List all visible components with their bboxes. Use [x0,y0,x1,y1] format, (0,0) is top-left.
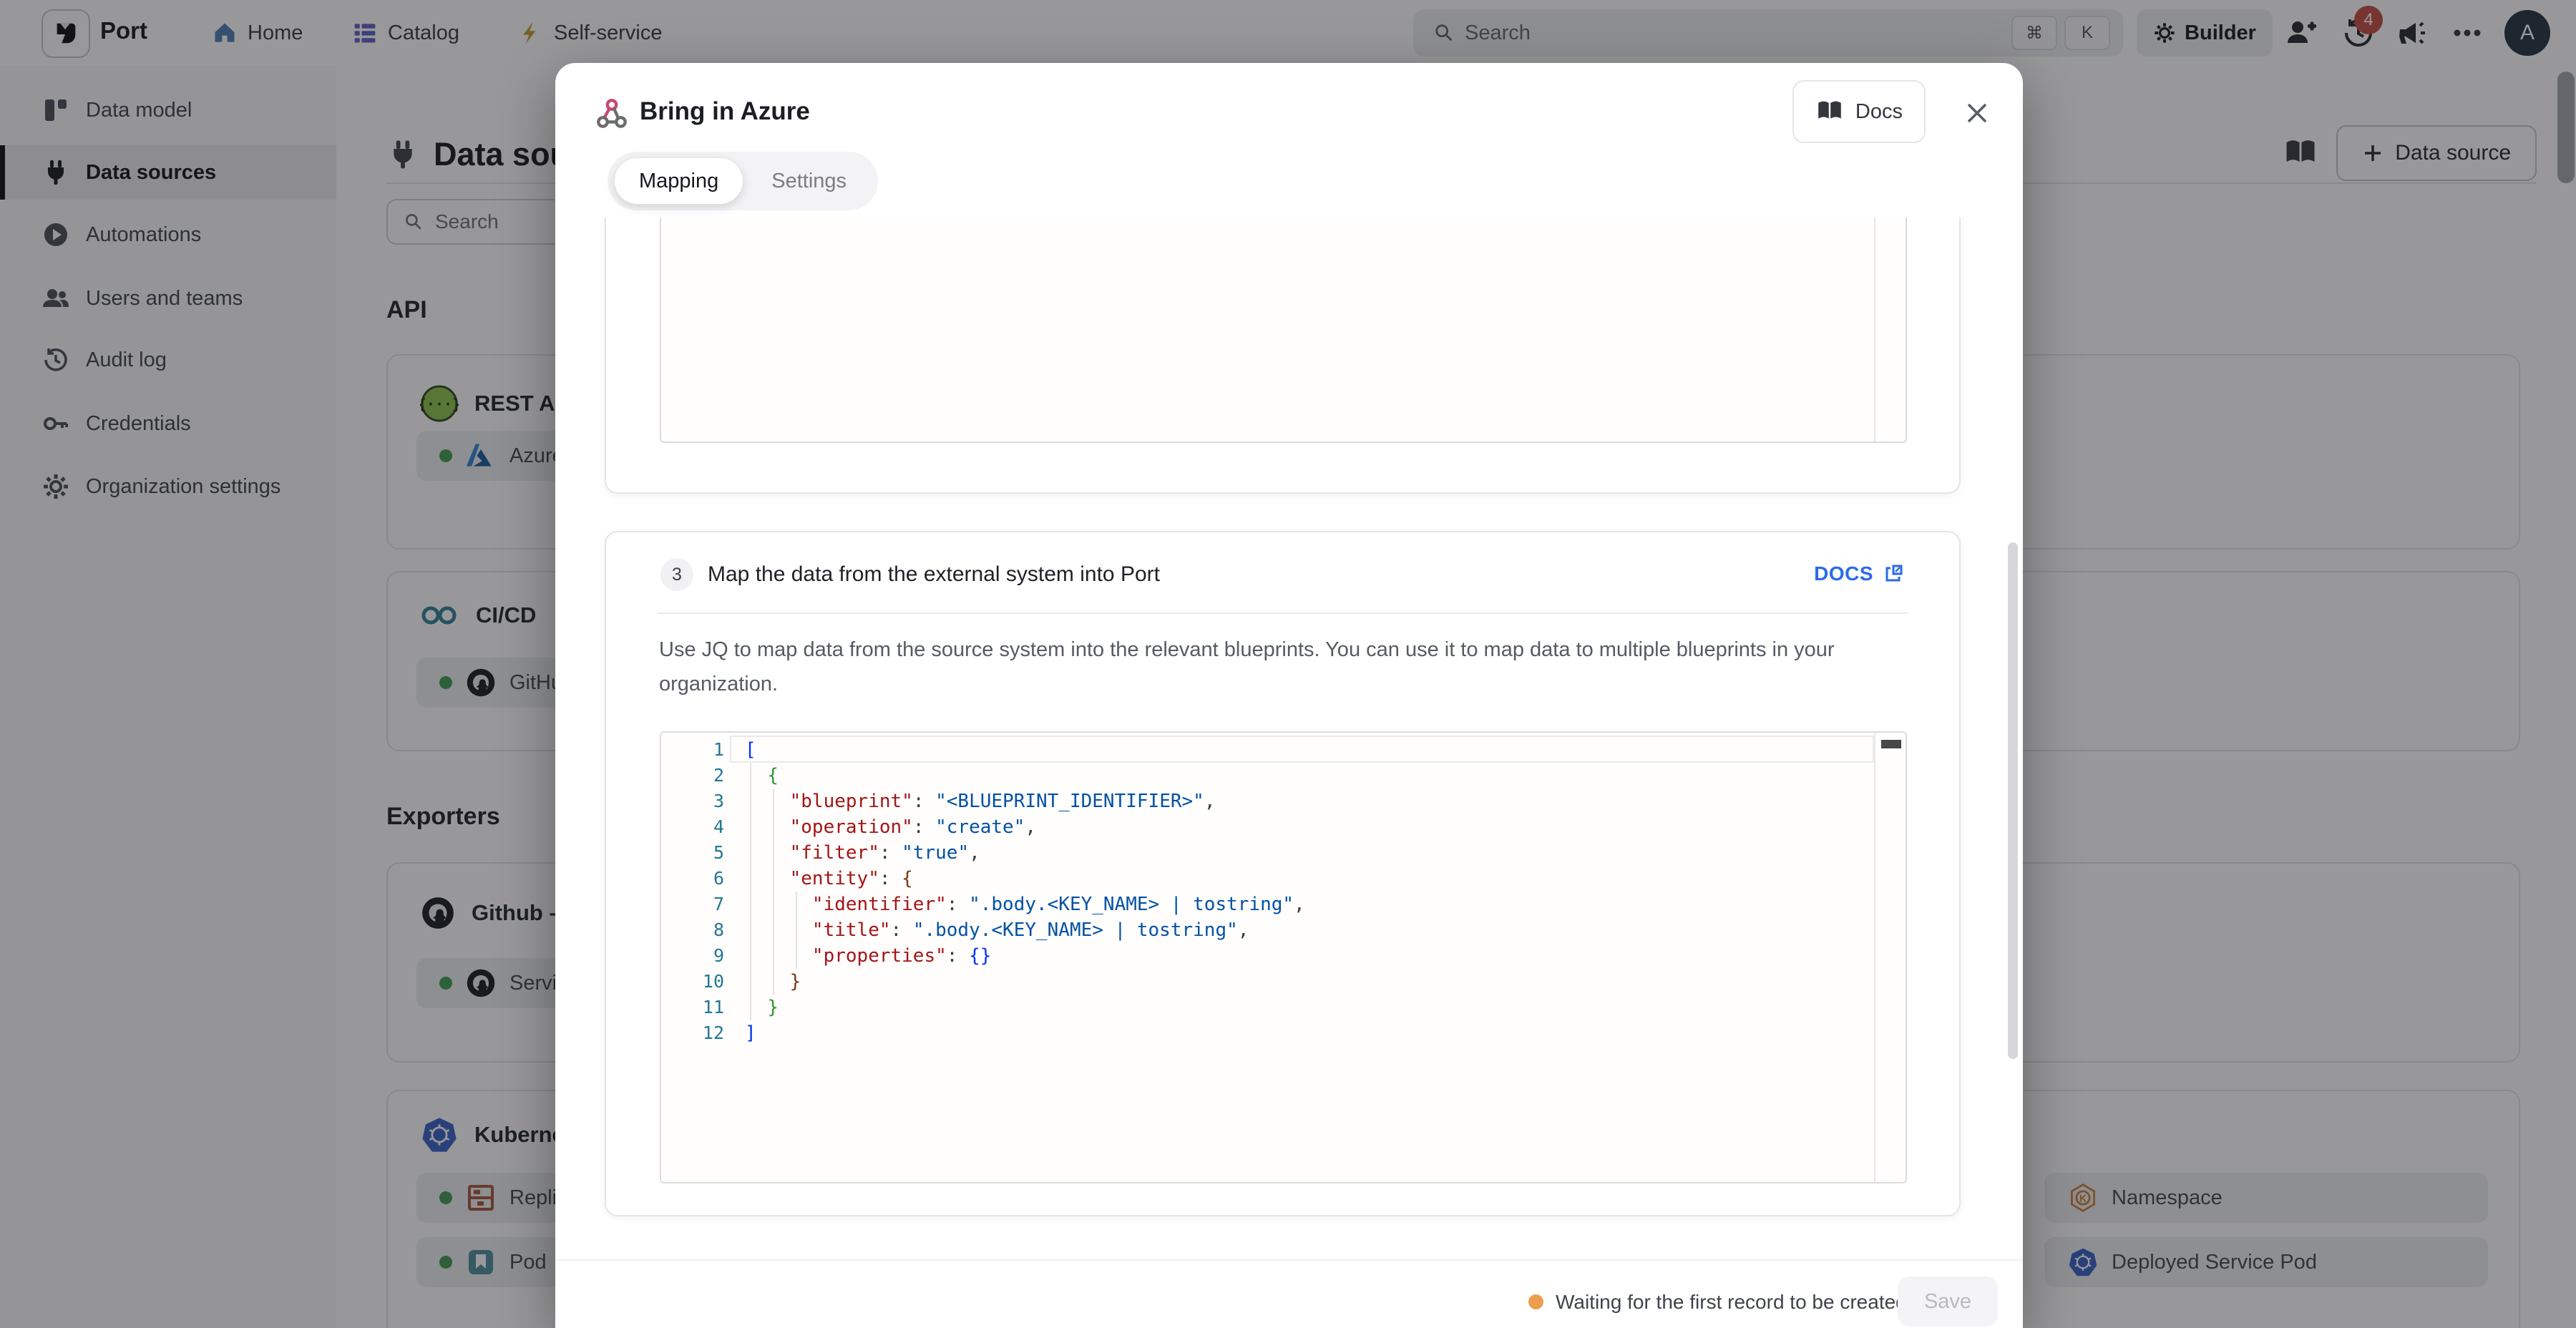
code-line: 5 "filter": "true", [661,840,1874,866]
code-line: 12] [661,1020,1874,1046]
page-scrollbar-thumb[interactable] [2557,72,2575,183]
close-icon[interactable] [1963,99,1991,127]
modal-title: Bring in Azure [640,97,810,126]
code-line: 7 "identifier": ".body.<KEY_NAME> | tost… [661,892,1874,917]
modal-scrollbar-thumb[interactable] [2008,542,2018,1059]
step-number-badge: 3 [660,558,693,591]
code-line: 4 "operation": "create", [661,814,1874,840]
code-line: 6 "entity": { [661,866,1874,892]
save-button[interactable]: Save [1898,1276,1998,1327]
step-divider [658,612,1908,614]
modal-docs-label: Docs [1855,100,1903,124]
modal-scroll-area[interactable]: 3 Map the data from the external system … [555,218,2023,1259]
code-line: 3 "blueprint": "<BLUEPRINT_IDENTIFIER>", [661,788,1874,814]
step-card-mapping: 3 Map the data from the external system … [605,531,1961,1216]
tab-mapping[interactable]: Mapping [615,158,743,204]
code-line: 1[ [661,737,1874,763]
code-line: 9 "properties": {} [661,943,1874,969]
modal-footer: Waiting for the first record to be creat… [555,1259,2023,1328]
step-card-previous [605,218,1961,494]
editor-minimap [1874,218,1875,441]
modal-docs-button[interactable]: Docs [1792,80,1926,143]
step-docs-link[interactable]: DOCS [1814,562,1903,585]
code-line: 11 } [661,995,1874,1020]
step-title: Map the data from the external system in… [708,562,1160,587]
screen: Port Home Catalog Self-service Search ⌘ … [0,0,2576,1328]
footer-status-text: Waiting for the first record to be creat… [1556,1291,1907,1314]
code-line: 8 "title": ".body.<KEY_NAME> | tostring"… [661,917,1874,943]
code-editor-mapping[interactable]: 1[2 {3 "blueprint": "<BLUEPRINT_IDENTIFI… [660,731,1907,1183]
editor-minimap [1874,733,1875,1182]
step-docs-label: DOCS [1814,562,1873,585]
code-editor-previous[interactable] [660,218,1907,443]
step-description: Use JQ to map data from the source syste… [659,633,1861,701]
webhook-icon [595,97,628,130]
code-line: 10 } [661,969,1874,995]
code-line: 2 { [661,763,1874,788]
status-dot-orange [1528,1294,1543,1309]
book-icon [1815,99,1844,124]
bring-in-azure-modal: Bring in Azure Docs Mapping Settings 3 M… [555,63,2023,1328]
external-link-icon [1883,564,1903,584]
minimap-content-dash [1881,740,1901,748]
tab-settings[interactable]: Settings [747,158,871,204]
modal-tabs: Mapping Settings [608,152,878,210]
code-lines: 1[2 {3 "blueprint": "<BLUEPRINT_IDENTIFI… [661,737,1874,1046]
